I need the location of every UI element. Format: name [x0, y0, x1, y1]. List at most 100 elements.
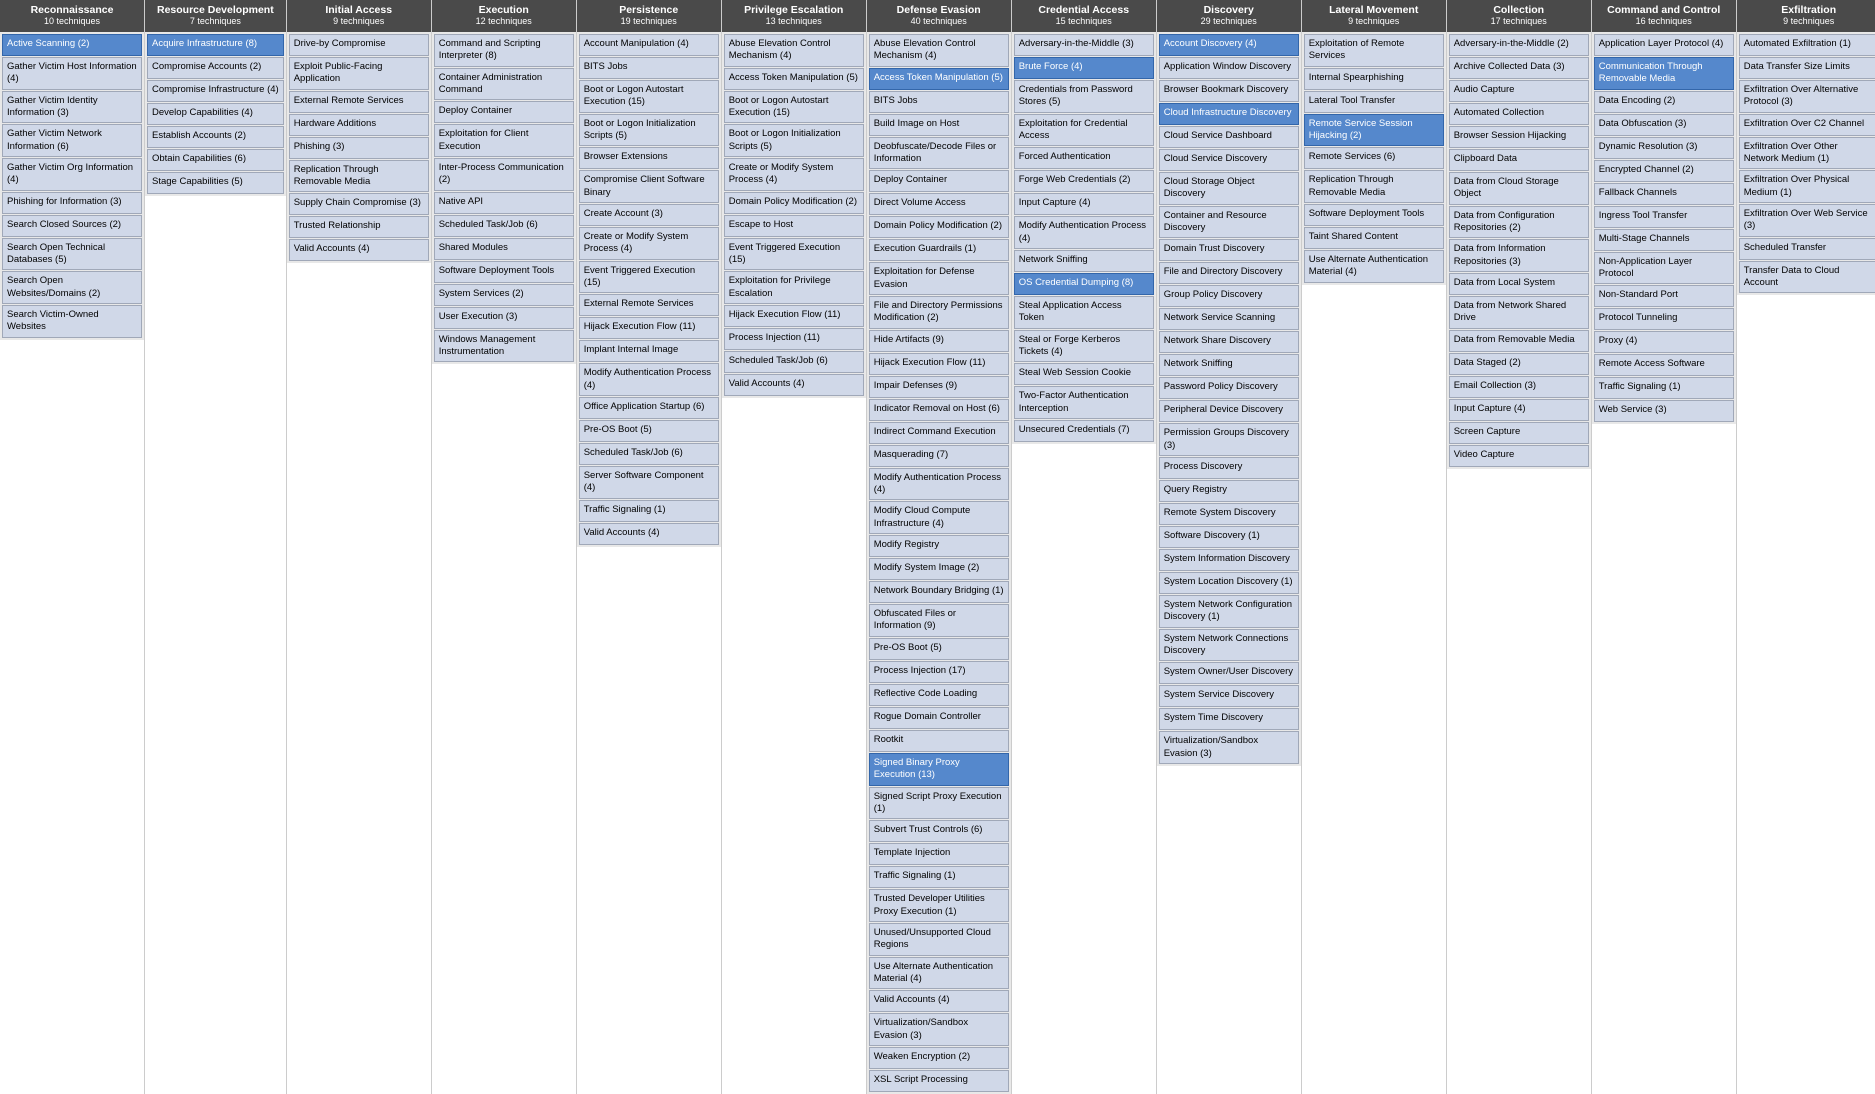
technique-item[interactable]: Establish Accounts (2): [147, 126, 284, 148]
technique-item[interactable]: Shared Modules: [434, 238, 574, 260]
technique-item[interactable]: Exfiltration Over Web Service (3): [1739, 204, 1875, 237]
technique-item[interactable]: Pre-OS Boot (5): [869, 638, 1009, 660]
technique-item[interactable]: Deploy Container: [434, 101, 574, 123]
technique-item[interactable]: External Remote Services: [579, 294, 719, 316]
technique-item[interactable]: Impair Defenses (9): [869, 376, 1009, 398]
technique-item[interactable]: Execution Guardrails (1): [869, 239, 1009, 261]
technique-item[interactable]: Adversary-in-the-Middle (2): [1449, 34, 1589, 56]
technique-item[interactable]: Hijack Execution Flow (11): [869, 353, 1009, 375]
technique-item[interactable]: Group Policy Discovery: [1159, 285, 1299, 307]
technique-item[interactable]: Boot or Logon Initialization Scripts (5): [579, 114, 719, 147]
technique-item[interactable]: Use Alternate Authentication Material (4…: [869, 957, 1009, 990]
technique-item[interactable]: Data Obfuscation (3): [1594, 114, 1734, 136]
technique-item[interactable]: Protocol Tunneling: [1594, 308, 1734, 330]
technique-item[interactable]: Process Injection (17): [869, 661, 1009, 683]
technique-item[interactable]: Data from Information Repositories (3): [1449, 239, 1589, 272]
technique-item[interactable]: Implant Internal Image: [579, 340, 719, 362]
technique-item[interactable]: Pre-OS Boot (5): [579, 420, 719, 442]
technique-item[interactable]: Proxy (4): [1594, 331, 1734, 353]
technique-item[interactable]: System Services (2): [434, 284, 574, 306]
technique-item[interactable]: Inter-Process Communication (2): [434, 158, 574, 191]
technique-item[interactable]: System Network Connections Discovery: [1159, 629, 1299, 662]
technique-item[interactable]: User Execution (3): [434, 307, 574, 329]
technique-item[interactable]: Modify System Image (2): [869, 558, 1009, 580]
technique-item[interactable]: File and Directory Permissions Modificat…: [869, 296, 1009, 329]
technique-item[interactable]: Archive Collected Data (3): [1449, 57, 1589, 79]
technique-item[interactable]: System Information Discovery: [1159, 549, 1299, 571]
technique-item[interactable]: Scheduled Transfer: [1739, 238, 1875, 260]
technique-item[interactable]: Software Discovery (1): [1159, 526, 1299, 548]
technique-item[interactable]: Multi-Stage Channels: [1594, 229, 1734, 251]
technique-item[interactable]: Data Encoding (2): [1594, 91, 1734, 113]
technique-item[interactable]: Scheduled Task/Job (6): [579, 443, 719, 465]
technique-item[interactable]: System Location Discovery (1): [1159, 572, 1299, 594]
technique-item[interactable]: Audio Capture: [1449, 80, 1589, 102]
technique-item[interactable]: Rogue Domain Controller: [869, 707, 1009, 729]
technique-item[interactable]: Browser Session Hijacking: [1449, 126, 1589, 148]
technique-item[interactable]: Modify Authentication Process (4): [869, 468, 1009, 501]
technique-item[interactable]: Deobfuscate/Decode Files or Information: [869, 137, 1009, 170]
technique-item[interactable]: Domain Policy Modification (2): [869, 216, 1009, 238]
technique-item[interactable]: Exploitation for Defense Evasion: [869, 262, 1009, 295]
technique-item[interactable]: Search Victim-Owned Websites: [2, 305, 142, 338]
technique-item[interactable]: Abuse Elevation Control Mechanism (4): [869, 34, 1009, 67]
technique-item[interactable]: Signed Binary Proxy Execution (13): [869, 753, 1009, 786]
technique-item[interactable]: Phishing (3): [289, 137, 429, 159]
technique-item[interactable]: Remote System Discovery: [1159, 503, 1299, 525]
technique-item[interactable]: System Owner/User Discovery: [1159, 662, 1299, 684]
technique-item[interactable]: Acquire Infrastructure (8): [147, 34, 284, 56]
technique-item[interactable]: Create Account (3): [579, 204, 719, 226]
technique-item[interactable]: Data Staged (2): [1449, 353, 1589, 375]
technique-item[interactable]: Software Deployment Tools: [434, 261, 574, 283]
technique-item[interactable]: Brute Force (4): [1014, 57, 1154, 79]
technique-item[interactable]: Gather Victim Org Information (4): [2, 158, 142, 191]
technique-item[interactable]: Application Layer Protocol (4): [1594, 34, 1734, 56]
technique-item[interactable]: Peripheral Device Discovery: [1159, 400, 1299, 422]
technique-item[interactable]: Obtain Capabilities (6): [147, 149, 284, 171]
technique-item[interactable]: Traffic Signaling (1): [869, 866, 1009, 888]
technique-item[interactable]: Container Administration Command: [434, 68, 574, 101]
technique-item[interactable]: Event Triggered Execution (15): [579, 261, 719, 294]
technique-item[interactable]: Weaken Encryption (2): [869, 1047, 1009, 1069]
technique-item[interactable]: Gather Victim Host Information (4): [2, 57, 142, 90]
technique-item[interactable]: Event Triggered Execution (15): [724, 238, 864, 271]
technique-item[interactable]: Obfuscated Files or Information (9): [869, 604, 1009, 637]
technique-item[interactable]: Dynamic Resolution (3): [1594, 137, 1734, 159]
technique-item[interactable]: Virtualization/Sandbox Evasion (3): [869, 1013, 1009, 1046]
technique-item[interactable]: Traffic Signaling (1): [579, 500, 719, 522]
technique-item[interactable]: Automated Exfiltration (1): [1739, 34, 1875, 56]
technique-item[interactable]: Video Capture: [1449, 445, 1589, 467]
technique-item[interactable]: Screen Capture: [1449, 422, 1589, 444]
technique-item[interactable]: Boot or Logon Initialization Scripts (5): [724, 124, 864, 157]
technique-item[interactable]: Deploy Container: [869, 170, 1009, 192]
technique-item[interactable]: Process Discovery: [1159, 457, 1299, 479]
technique-item[interactable]: Lateral Tool Transfer: [1304, 91, 1444, 113]
technique-item[interactable]: Cloud Infrastructure Discovery: [1159, 103, 1299, 125]
technique-item[interactable]: Modify Cloud Compute Infrastructure (4): [869, 501, 1009, 534]
technique-item[interactable]: Hijack Execution Flow (11): [579, 317, 719, 339]
technique-item[interactable]: Active Scanning (2): [2, 34, 142, 56]
technique-item[interactable]: Access Token Manipulation (5): [869, 68, 1009, 90]
technique-item[interactable]: Remote Service Session Hijacking (2): [1304, 114, 1444, 147]
technique-item[interactable]: Account Discovery (4): [1159, 34, 1299, 56]
technique-item[interactable]: Command and Scripting Interpreter (8): [434, 34, 574, 67]
technique-item[interactable]: XSL Script Processing: [869, 1070, 1009, 1092]
technique-item[interactable]: Permission Groups Discovery (3): [1159, 423, 1299, 456]
technique-item[interactable]: Build Image on Host: [869, 114, 1009, 136]
technique-item[interactable]: Domain Policy Modification (2): [724, 192, 864, 214]
technique-item[interactable]: Cloud Storage Object Discovery: [1159, 172, 1299, 205]
technique-item[interactable]: Data from Configuration Repositories (2): [1449, 206, 1589, 239]
technique-item[interactable]: Create or Modify System Process (4): [579, 227, 719, 260]
technique-item[interactable]: External Remote Services: [289, 91, 429, 113]
technique-item[interactable]: Network Service Scanning: [1159, 308, 1299, 330]
technique-item[interactable]: Compromise Infrastructure (4): [147, 80, 284, 102]
technique-item[interactable]: Web Service (3): [1594, 400, 1734, 422]
technique-item[interactable]: Signed Script Proxy Execution (1): [869, 787, 1009, 820]
technique-item[interactable]: Valid Accounts (4): [724, 374, 864, 396]
technique-item[interactable]: Server Software Component (4): [579, 466, 719, 499]
technique-item[interactable]: Exfiltration Over Other Network Medium (…: [1739, 137, 1875, 170]
technique-item[interactable]: Taint Shared Content: [1304, 227, 1444, 249]
technique-item[interactable]: Cloud Service Discovery: [1159, 149, 1299, 171]
technique-item[interactable]: Remote Access Software: [1594, 354, 1734, 376]
technique-item[interactable]: Valid Accounts (4): [289, 239, 429, 261]
